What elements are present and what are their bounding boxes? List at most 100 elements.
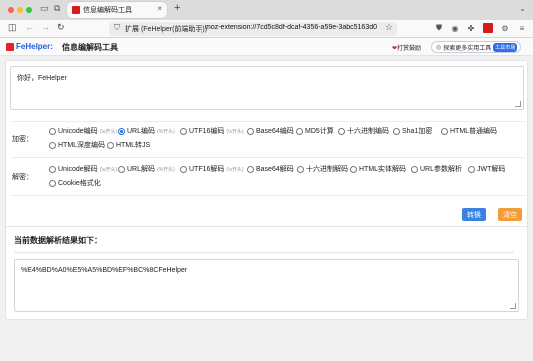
account-icon[interactable]: ◉: [450, 23, 460, 33]
tab-overview-icon[interactable]: ⧉: [54, 3, 60, 14]
encode-radio[interactable]: [296, 127, 303, 135]
encode-option-label: HTML普通编码: [450, 128, 498, 135]
decode-option-label: Unicode解码: [58, 166, 98, 173]
more-tools-label: 探索更多实用工具: [443, 45, 492, 52]
encode-radio[interactable]: [247, 127, 254, 135]
encode-radio[interactable]: [441, 127, 448, 135]
encode-radio[interactable]: [49, 141, 56, 149]
resize-handle-icon[interactable]: [515, 101, 521, 107]
decode-option[interactable]: 十六进制解码: [297, 164, 348, 174]
encode-option-label: Sha1加密: [402, 128, 433, 135]
encode-option[interactable]: Base64编码: [247, 126, 294, 136]
tab-favicon-icon: [72, 6, 80, 14]
window-zoom-button[interactable]: [26, 7, 32, 13]
decode-option-hint: (\x开头): [226, 166, 244, 173]
encode-option[interactable]: HTML普通编码: [441, 126, 497, 136]
address-bar[interactable]: ⛉ 扩展 (FeHelper(前端助手)) moz-extension://7c…: [109, 22, 397, 36]
decode-option-label: JWT解码: [477, 166, 506, 173]
sidebar-toggle-icon[interactable]: ▭: [40, 3, 49, 14]
decode-option[interactable]: JWT解码: [468, 164, 505, 174]
tab-list-chevron-icon[interactable]: ⌄: [519, 4, 526, 13]
active-tab[interactable]: 信息编解码工具 ×: [67, 2, 167, 18]
encode-radio[interactable]: [338, 127, 345, 135]
result-title: 当前数据解析结果如下：: [14, 236, 102, 245]
convert-button[interactable]: 转换: [462, 208, 486, 221]
encode-option-label: UTF16编码: [189, 128, 225, 135]
encode-option-hint: (%开头): [157, 128, 175, 135]
decode-radio[interactable]: [247, 165, 254, 173]
decode-radio[interactable]: [350, 165, 357, 173]
encode-radio[interactable]: [180, 127, 187, 135]
decode-option-label: Cookie格式化: [58, 180, 101, 187]
encode-option-hint: (\u开头): [99, 128, 118, 135]
encode-radio[interactable]: [49, 127, 56, 135]
decode-option[interactable]: HTML实体解码: [350, 164, 406, 174]
donate-label: 打赏鼓励: [397, 46, 422, 52]
decode-radio[interactable]: [49, 165, 56, 173]
encode-radio[interactable]: [393, 127, 400, 135]
decode-option[interactable]: Unicode解码 (\u开头): [49, 164, 117, 174]
extension-icon[interactable]: ✤: [466, 23, 476, 33]
decode-option[interactable]: Cookie格式化: [49, 178, 101, 188]
encode-option[interactable]: UTF16编码 (\x开头): [180, 126, 244, 136]
brand-name[interactable]: FeHelper:: [16, 42, 53, 51]
pocket-icon[interactable]: ⛊: [434, 23, 444, 33]
url-text[interactable]: moz-extension://7cd5c8df-dcaf-4356-a59e-…: [205, 24, 377, 31]
resize-handle-icon[interactable]: [510, 303, 516, 309]
encode-option[interactable]: Unicode编码 (\u开头): [49, 126, 117, 136]
encode-option-label: MD5计算: [305, 128, 334, 135]
donate-link[interactable]: ❤打赏鼓励: [392, 43, 421, 52]
encode-option-label: 十六进制编码: [347, 128, 389, 135]
encode-radio[interactable]: [107, 141, 114, 149]
app-header: FeHelper: 信息编解码工具 ❤打赏鼓励 ◎ 探索更多实用工具 工具市场: [0, 38, 533, 56]
decode-radio[interactable]: [180, 165, 187, 173]
menu-icon[interactable]: ≡: [517, 23, 527, 33]
decode-option[interactable]: URL参数解析: [411, 164, 462, 174]
result-output[interactable]: %E4%BD%A0%E5%A5%BD%EF%BC%8CFeHelper: [14, 259, 519, 312]
decode-option-label: 十六进制解码: [306, 166, 348, 173]
decode-label: 解密：: [12, 174, 33, 181]
fehelper-extension-icon[interactable]: [483, 23, 493, 33]
tab-title: 信息编解码工具: [83, 7, 132, 14]
decode-radio[interactable]: [118, 165, 125, 173]
decode-option[interactable]: UTF16解码 (\x开头): [180, 164, 244, 174]
sidebar-icon[interactable]: ◫: [8, 22, 17, 33]
encode-option[interactable]: HTML深度编码: [49, 140, 105, 150]
tab-close-icon[interactable]: ×: [157, 4, 162, 13]
tool-card: 你好，FeHelper 加密： Unicode编码 (\u开头) URL编码 (%开头…: [5, 60, 528, 232]
source-input[interactable]: 你好，FeHelper: [10, 66, 524, 110]
decode-radio[interactable]: [468, 165, 475, 173]
more-tools-button[interactable]: ◎ 探索更多实用工具 工具市场: [431, 41, 522, 53]
tool-market-badge: 工具市场: [493, 42, 518, 52]
extension-shield-icon: ⛉: [114, 23, 120, 32]
encode-option[interactable]: URL编码 (%开头): [118, 126, 175, 136]
decode-radio[interactable]: [297, 165, 304, 173]
address-divider: [201, 25, 202, 33]
encode-option-label: Base64编码: [256, 128, 294, 135]
decode-option[interactable]: Base64解码: [247, 164, 294, 174]
bookmark-star-icon[interactable]: ☆: [385, 22, 393, 33]
result-output-value: %E4%BD%A0%E5%A5%BD%EF%BC%8CFeHelper: [21, 267, 188, 274]
encode-option-label: HTML深度编码: [58, 142, 106, 149]
window-close-button[interactable]: [8, 7, 14, 13]
encode-option[interactable]: HTML转JS: [107, 140, 150, 150]
encode-radio[interactable]: [118, 127, 125, 135]
decode-option-hint: (\u开头): [99, 166, 118, 173]
window-minimize-button[interactable]: [17, 7, 23, 13]
extensions-puzzle-icon[interactable]: ⚙: [500, 23, 510, 33]
decode-radio[interactable]: [411, 165, 418, 173]
encode-option[interactable]: MD5计算: [296, 126, 334, 136]
page-title: 信息编解码工具: [62, 43, 118, 52]
reload-icon[interactable]: ↻: [57, 22, 65, 33]
divider: [11, 121, 525, 122]
decode-option[interactable]: URL解码 (%开头): [118, 164, 175, 174]
encode-option[interactable]: 十六进制编码: [338, 126, 389, 136]
new-tab-button[interactable]: +: [174, 2, 180, 14]
encode-option-label: URL编码: [127, 128, 156, 135]
encode-option[interactable]: Sha1加密: [393, 126, 432, 136]
decode-radio[interactable]: [49, 179, 56, 187]
forward-icon[interactable]: →: [41, 22, 50, 32]
encode-label: 加密：: [12, 136, 33, 143]
back-icon[interactable]: ←: [25, 22, 34, 32]
clear-button[interactable]: 清空: [498, 208, 522, 221]
